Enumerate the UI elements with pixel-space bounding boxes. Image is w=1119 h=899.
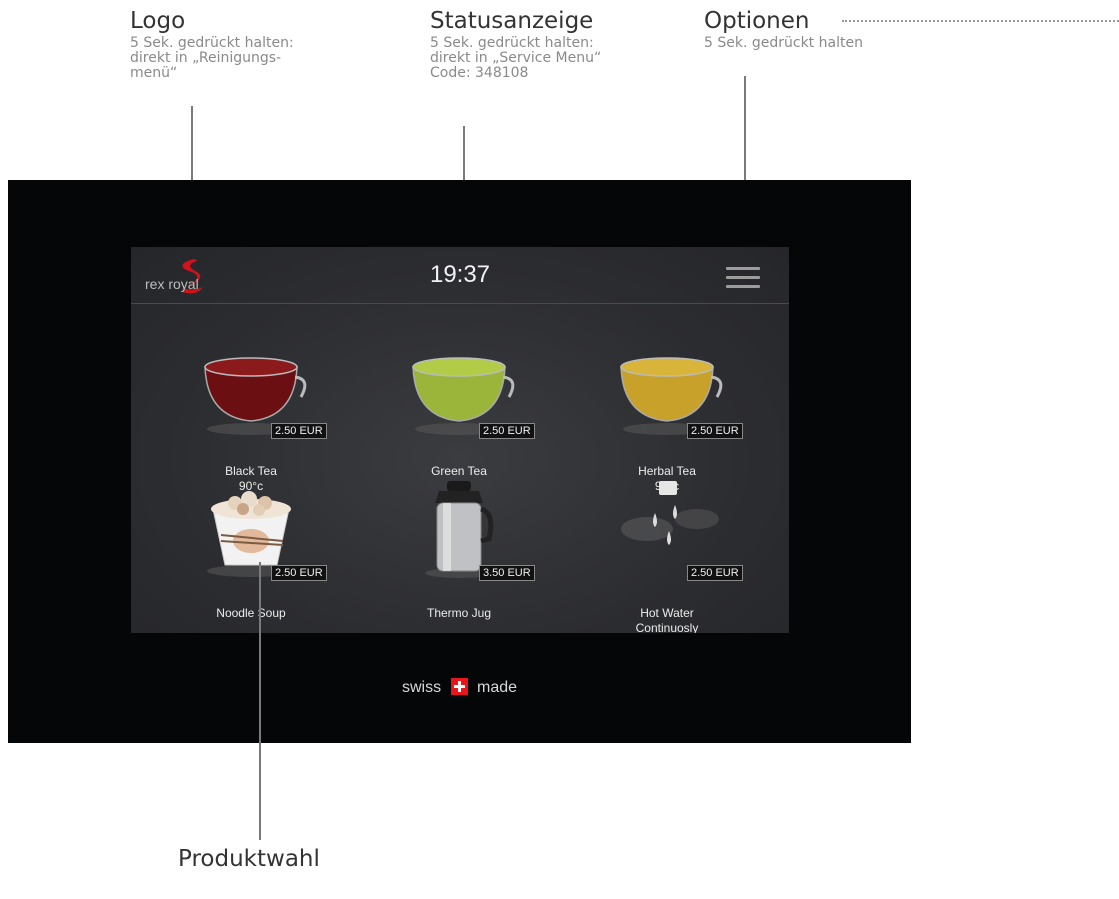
product-name: Herbal Tea: [638, 464, 696, 478]
callout-options-desc: 5 Sek. gedrückt halten: [704, 35, 863, 51]
callout-status-desc: 5 Sek. gedrückt halten: direkt in „Servi…: [430, 35, 602, 81]
clock-status-display[interactable]: 19:37: [131, 261, 789, 289]
product-name: Noodle Soup: [216, 606, 286, 620]
callout-options: Optionen 5 Sek. gedrückt halten: [704, 8, 863, 51]
device-frame: rex royal 19:37 2.50 EUR Black Tea 90°c: [8, 180, 911, 743]
product-tile-noodle-soup[interactable]: 2.50 EUR Noodle Soup: [151, 479, 351, 629]
price-label: 2.50 EUR: [687, 565, 743, 581]
price-label: 2.50 EUR: [479, 423, 535, 439]
product-tile-black-tea[interactable]: 2.50 EUR Black Tea 90°c: [151, 337, 351, 493]
black-tea-cup-icon: [204, 357, 307, 435]
callout-status-title: Statusanzeige: [430, 8, 594, 34]
product-tile-green-tea[interactable]: 2.50 EUR Green Tea 80°c: [359, 337, 559, 493]
product-tile-hot-water[interactable]: 2.50 EUR Hot Water Continuosly: [567, 479, 767, 633]
callout-status: Statusanzeige 5 Sek. gedrückt halten: di…: [430, 8, 601, 81]
noodle-soup-cup-icon: [207, 491, 295, 577]
product-name: Hot Water: [640, 606, 694, 620]
callout-logo: Logo 5 Sek. gedrückt halten: direkt in „…: [130, 8, 294, 81]
callout-product: Produktwahl: [178, 846, 320, 872]
product-name: Black Tea: [225, 464, 277, 478]
leader-line-product: [259, 562, 261, 840]
callout-options-dotted-leader: [842, 20, 1119, 22]
price-label: 3.50 EUR: [479, 565, 535, 581]
callout-product-title: Produktwahl: [178, 846, 320, 872]
hamburger-menu-icon[interactable]: [726, 267, 760, 289]
price-label: 2.50 EUR: [271, 565, 327, 581]
product-tile-thermo-jug[interactable]: 3.50 EUR Thermo Jug: [359, 479, 559, 629]
swiss-text: swiss: [401, 679, 442, 696]
green-tea-cup-icon: [412, 357, 515, 435]
product-name: Thermo Jug: [426, 606, 492, 620]
herbal-tea-cup-icon: [620, 357, 723, 435]
status-bar: rex royal 19:37: [131, 247, 789, 304]
product-temperature: Continuosly: [635, 621, 699, 633]
made-text: made: [476, 679, 518, 696]
callout-options-title: Optionen: [704, 8, 810, 34]
thermo-jug-icon: [425, 481, 494, 578]
swiss-flag-icon: [450, 678, 468, 695]
product-name: Green Tea: [431, 464, 487, 478]
callout-logo-desc: 5 Sek. gedrückt halten: direkt in „Reini…: [130, 35, 294, 81]
product-tile-herbal-tea[interactable]: 2.50 EUR Herbal Tea 95°c: [567, 337, 767, 493]
swiss-made-label: swiss made: [8, 678, 911, 697]
price-label: 2.50 EUR: [271, 423, 327, 439]
hot-water-drops-icon: [621, 481, 719, 545]
touch-screen: rex royal 19:37 2.50 EUR Black Tea 90°c: [131, 247, 789, 633]
price-label: 2.50 EUR: [687, 423, 743, 439]
callout-logo-title: Logo: [130, 8, 186, 34]
